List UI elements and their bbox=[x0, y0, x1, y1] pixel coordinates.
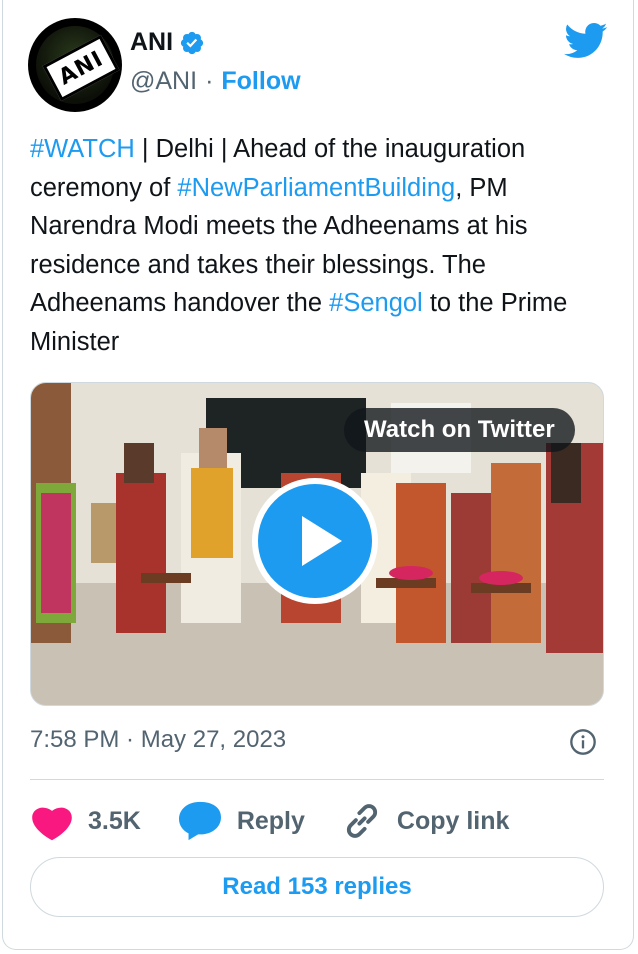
separator-dot: · bbox=[205, 67, 214, 95]
copy-link-button[interactable]: Copy link bbox=[341, 800, 510, 842]
divider bbox=[30, 779, 604, 780]
follow-button[interactable]: Follow bbox=[221, 67, 300, 96]
reply-bubble-icon bbox=[178, 801, 221, 841]
author-handle[interactable]: @ANI bbox=[130, 67, 197, 96]
like-button[interactable]: 3.5K bbox=[30, 801, 141, 841]
watch-on-twitter-button[interactable]: Watch on Twitter bbox=[344, 408, 575, 452]
play-icon[interactable] bbox=[252, 478, 378, 604]
twitter-bird-icon[interactable] bbox=[564, 22, 608, 60]
reply-label: Reply bbox=[236, 806, 305, 835]
author-name[interactable]: ANI bbox=[130, 28, 173, 57]
read-replies-button[interactable]: Read 153 replies bbox=[30, 857, 604, 917]
copy-link-label: Copy link bbox=[396, 806, 510, 835]
timestamp[interactable]: 7:58 PM · May 27, 2023 bbox=[30, 726, 286, 754]
reply-button[interactable]: Reply bbox=[177, 800, 305, 842]
handle-row: @ANI · Follow bbox=[130, 67, 301, 96]
author-name-row[interactable]: ANI bbox=[130, 28, 205, 57]
action-bar: 3.5K Reply Copy link bbox=[30, 798, 545, 844]
hashtag-new-parliament-building[interactable]: #NewParliamentBuilding bbox=[177, 174, 455, 202]
link-icon bbox=[346, 804, 377, 838]
verified-badge-icon bbox=[180, 31, 204, 54]
avatar[interactable]: ANI bbox=[28, 18, 122, 112]
like-count: 3.5K bbox=[88, 806, 141, 835]
info-icon[interactable] bbox=[569, 728, 597, 756]
hashtag-watch[interactable]: #WATCH bbox=[30, 135, 135, 163]
heart-icon bbox=[32, 807, 72, 841]
hashtag-sengol[interactable]: #Sengol bbox=[329, 289, 423, 317]
tweet-text: #WATCH | Delhi | Ahead of the inaugurati… bbox=[30, 130, 610, 361]
